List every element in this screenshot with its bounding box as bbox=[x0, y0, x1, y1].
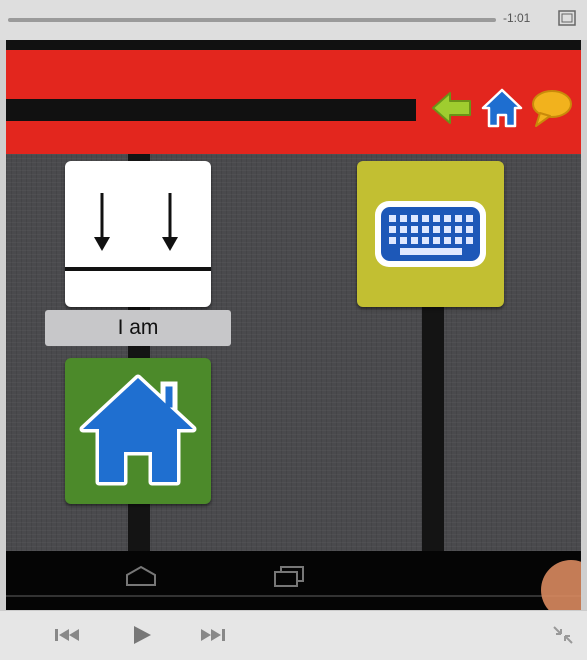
tile-keyboard[interactable] bbox=[357, 161, 504, 307]
exit-fullscreen-icon[interactable] bbox=[548, 623, 578, 647]
elapsed-time: -1:01 bbox=[503, 11, 531, 25]
down-arrows-icon bbox=[65, 193, 211, 271]
tile-board: I am bbox=[6, 154, 581, 551]
app-header bbox=[6, 50, 581, 154]
android-nav-bar bbox=[6, 551, 581, 595]
fullscreen-icon[interactable] bbox=[558, 10, 576, 26]
tile-i-am-arrows[interactable] bbox=[65, 161, 211, 307]
seek-bar[interactable] bbox=[8, 18, 496, 22]
home-icon[interactable] bbox=[480, 86, 524, 130]
right-rail bbox=[422, 294, 444, 551]
tile-label-i-am: I am bbox=[45, 310, 231, 346]
back-arrow-icon[interactable] bbox=[430, 86, 474, 130]
player-top-bar: -1:01 bbox=[0, 0, 587, 40]
keyboard-icon bbox=[375, 201, 486, 267]
recent-apps-icon[interactable] bbox=[272, 565, 306, 587]
skip-back-icon[interactable] bbox=[52, 623, 82, 647]
skip-forward-icon[interactable] bbox=[198, 623, 228, 647]
home-icon bbox=[79, 374, 197, 486]
tile-home[interactable] bbox=[65, 358, 211, 504]
sentence-bar[interactable] bbox=[6, 99, 416, 121]
device-screen: I am bbox=[6, 40, 581, 610]
play-icon[interactable] bbox=[126, 623, 156, 647]
screen-bottom-edge bbox=[6, 595, 581, 610]
speech-bubble-icon[interactable] bbox=[530, 86, 574, 130]
player-controls bbox=[0, 610, 587, 660]
frame-right bbox=[581, 40, 587, 610]
home-nav-icon[interactable] bbox=[124, 565, 158, 587]
